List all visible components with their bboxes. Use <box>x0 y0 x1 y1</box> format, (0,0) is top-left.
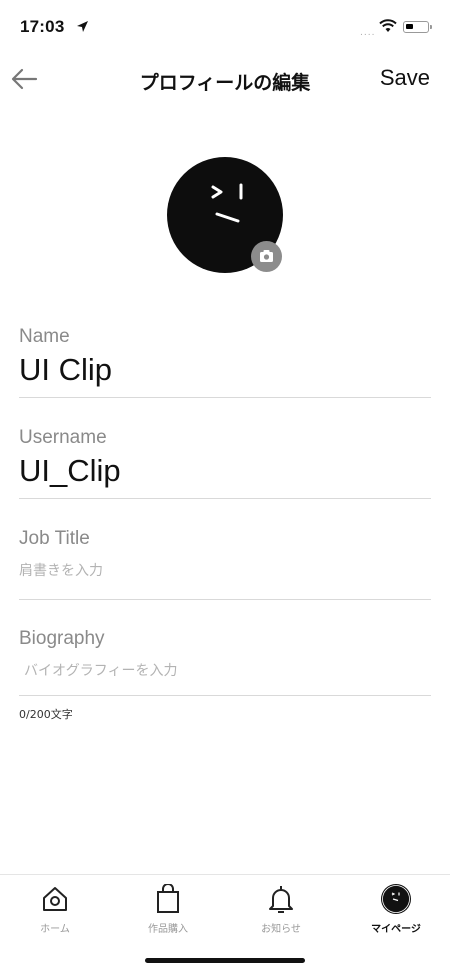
home-icon <box>43 887 67 911</box>
username-label: Username <box>19 427 107 448</box>
shopping-bag-icon <box>157 884 179 913</box>
username-field[interactable]: Username UI_Clip <box>19 427 431 499</box>
job-title-label: Job Title <box>19 528 90 549</box>
name-input[interactable]: UI Clip <box>19 352 431 388</box>
tab-purchase[interactable]: 作品購入 <box>123 883 213 935</box>
username-input[interactable]: UI_Clip <box>19 453 431 489</box>
avatar-icon <box>381 884 411 914</box>
tab-home[interactable]: ホーム <box>10 883 100 935</box>
tab-notifications-label: お知らせ <box>261 924 301 935</box>
location-arrow-icon <box>77 21 88 32</box>
camera-icon <box>260 250 273 262</box>
status-bar: 17:03 .... <box>0 0 450 52</box>
tab-mypage-label: マイページ <box>371 924 421 935</box>
name-field[interactable]: Name UI Clip <box>19 326 431 398</box>
bell-icon <box>269 886 293 913</box>
status-time: 17:03 <box>20 17 65 36</box>
nav-bar: プロフィールの編集 Save <box>0 56 450 104</box>
tab-mypage[interactable]: マイページ <box>351 883 441 935</box>
battery-icon <box>403 21 432 33</box>
home-indicator[interactable] <box>145 958 305 963</box>
job-title-input[interactable]: 肩書きを入力 <box>19 560 431 580</box>
biography-input[interactable]: バイオグラフィーを入力 <box>19 660 431 680</box>
avatar-edit[interactable] <box>167 157 283 273</box>
signal-dots: .... <box>360 28 376 38</box>
tab-purchase-label: 作品購入 <box>148 924 188 935</box>
biography-label: Biography <box>19 628 105 649</box>
save-button[interactable]: Save <box>380 65 430 91</box>
biography-field[interactable]: Biography バイオグラフィーを入力 <box>19 628 431 696</box>
name-label: Name <box>19 326 70 347</box>
biography-char-counter: 0/200文字 <box>19 708 73 721</box>
wifi-icon <box>379 19 397 32</box>
tab-notifications[interactable]: お知らせ <box>236 883 326 935</box>
job-title-field[interactable]: Job Title 肩書きを入力 <box>19 528 431 600</box>
tab-home-label: ホーム <box>40 924 70 935</box>
change-photo-button[interactable] <box>251 241 282 272</box>
